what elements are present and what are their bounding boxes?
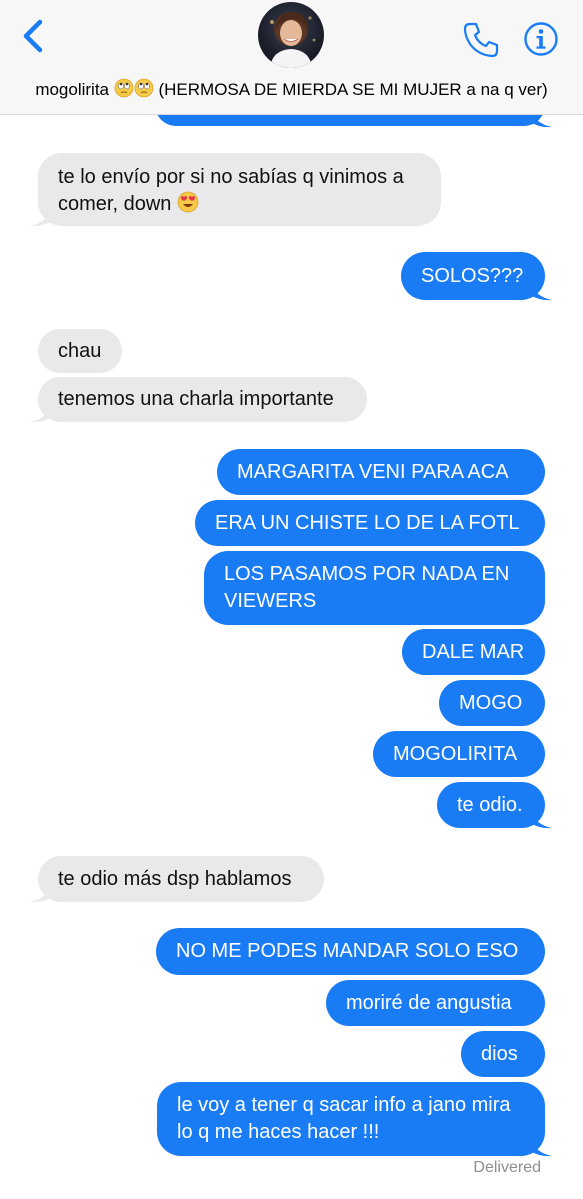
message-text: DALE MAR	[422, 640, 525, 663]
message-text: te odio más dsp hablamos	[58, 867, 292, 890]
message-text: ERA UN CHISTE LO DE LA FOTL	[215, 511, 520, 534]
bubble-tail-outgoing	[530, 1139, 552, 1157]
message-bubble-outgoing[interactable]: le voy a tener q sacar info a jano mira …	[157, 1082, 545, 1156]
message-bubble-outgoing[interactable]: LOS PASAMOS POR NADA EN VIEWERS	[204, 551, 545, 625]
message-text: tenemos una charla importante	[58, 388, 334, 410]
message-text: te lo envío por si no sabías q vinimos a…	[58, 164, 421, 221]
message-bubble-outgoing[interactable]: MOGO	[439, 680, 545, 726]
message-bubble-outgoing[interactable]: moriré de angustia	[326, 980, 545, 1026]
bubble-tail-outgoing	[530, 811, 552, 829]
contact-name-text: mogolirita	[35, 80, 110, 99]
message-bubble-outgoing[interactable]: te odio.	[437, 782, 545, 828]
rolling-eyes-emoji	[114, 78, 154, 103]
message-bubble-incoming[interactable]: te odio más dsp hablamos	[38, 856, 324, 902]
contact-name[interactable]: mogolirita (HERMOSA DE MIERDA SE MI MUJE…	[0, 78, 583, 103]
info-button[interactable]	[523, 21, 559, 57]
info-icon	[524, 22, 558, 56]
message-text: te odio.	[457, 793, 523, 816]
message-bubble-incoming[interactable]: te lo envío por si no sabías q vinimos a…	[38, 153, 441, 226]
delivered-status: Delivered	[473, 1159, 541, 1176]
call-button[interactable]	[461, 20, 501, 60]
message-bubble-outgoing[interactable]: MARGARITA VENI PARA ACA	[217, 449, 545, 495]
message-text: chau	[58, 339, 102, 362]
message-text: NO ME PODES MANDAR SOLO ESO	[176, 940, 519, 962]
message-text: LOS PASAMOS POR NADA EN VIEWERS	[224, 563, 510, 612]
heart-eyes-emoji	[177, 191, 199, 221]
message-bubble-incoming[interactable]: tenemos una charla importante	[38, 377, 367, 422]
message-text: le voy a tener q sacar info a jano mira …	[177, 1094, 511, 1143]
chevron-left-icon	[23, 19, 43, 53]
back-button[interactable]	[14, 16, 54, 56]
message-text: MARGARITA VENI PARA ACA	[237, 460, 509, 483]
message-bubble-incoming[interactable]: chau	[38, 329, 122, 373]
phone-icon	[463, 22, 499, 58]
message-text: MOGOLIRITA	[393, 742, 518, 765]
conversation-header: mogolirita (HERMOSA DE MIERDA SE MI MUJE…	[0, 0, 583, 115]
message-bubble-outgoing[interactable]: dios	[461, 1031, 545, 1077]
message-bubble-outgoing[interactable]: ERA UN CHISTE LO DE LA FOTL	[195, 500, 545, 546]
message-text: moriré de angustia	[346, 991, 512, 1014]
message-text: dios	[481, 1042, 518, 1065]
message-bubble-outgoing[interactable]: NO ME PODES MANDAR SOLO ESO	[156, 928, 545, 975]
bubble-tail-incoming	[30, 885, 52, 903]
message-bubble-outgoing[interactable]: DALE MAR	[402, 629, 545, 675]
contact-avatar[interactable]	[258, 2, 324, 68]
bubble-tail-incoming	[30, 209, 52, 227]
message-text: SOLOS???	[421, 264, 524, 287]
message-bubble-outgoing[interactable]: SOLOS???	[401, 252, 545, 300]
avatar-photo	[258, 2, 324, 68]
message-bubble-outgoing[interactable]: MOGOLIRITA	[373, 731, 545, 777]
bubble-tail-outgoing	[530, 283, 552, 301]
contact-name-suffix: (HERMOSA DE MIERDA SE MI MUJER a na q ve…	[158, 80, 548, 99]
message-text: MOGO	[459, 691, 523, 714]
bubble-tail-incoming	[30, 405, 52, 423]
